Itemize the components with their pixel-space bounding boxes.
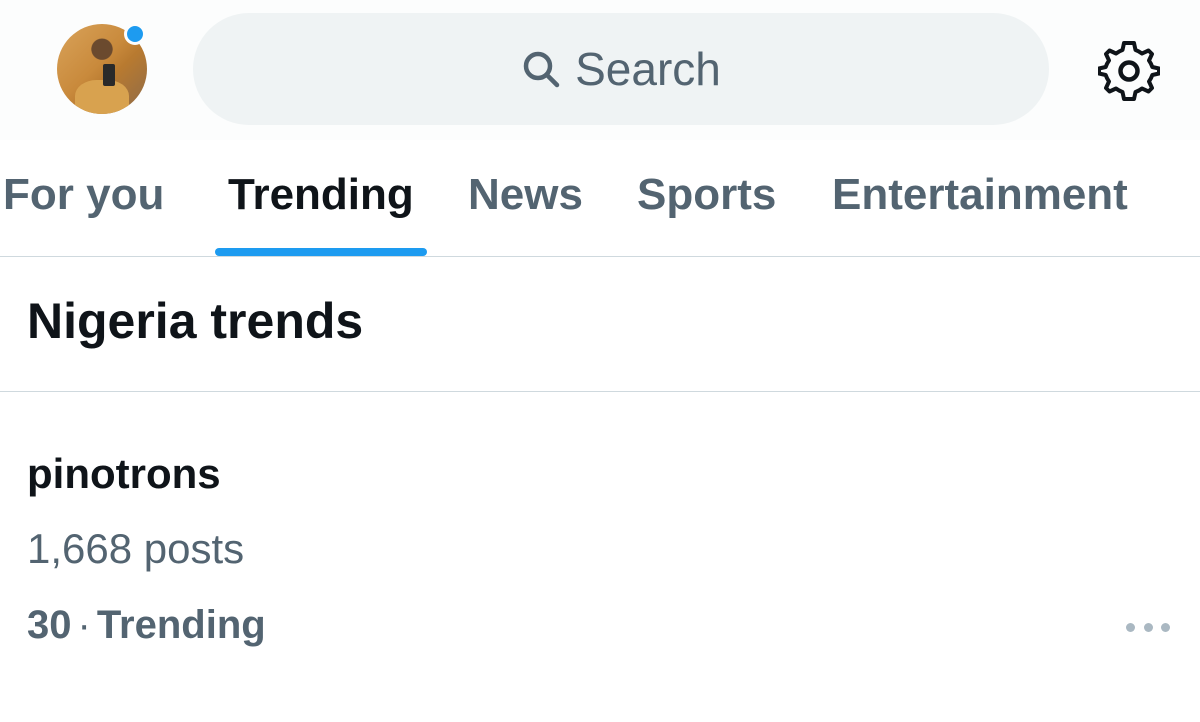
tab-for-you[interactable]: For you — [3, 170, 164, 220]
trend-post-count: 1,668 posts — [27, 525, 245, 572]
avatar-figure — [75, 80, 129, 114]
trend-rank: 30 — [27, 603, 72, 647]
more-options-icon[interactable] — [1126, 620, 1170, 634]
gear-icon[interactable] — [1098, 39, 1160, 101]
section-title: Nigeria trends — [27, 293, 364, 349]
notification-dot — [124, 23, 146, 45]
active-tab-indicator — [215, 248, 427, 256]
search-placeholder: Search — [575, 43, 721, 95]
divider — [0, 256, 1200, 257]
trend-meta: 30 · Trending — [27, 603, 266, 648]
tab-news[interactable]: News — [468, 170, 583, 220]
trend-category: Trending — [96, 603, 266, 647]
search-icon — [523, 51, 560, 88]
dot — [1126, 622, 1135, 632]
divider — [0, 391, 1200, 392]
tab-entertainment[interactable]: Entertainment — [832, 170, 1128, 220]
tab-bar: For you Trending News Sports Entertainme… — [0, 150, 1200, 256]
trend-name: pinotrons — [27, 450, 221, 497]
dot — [1143, 622, 1153, 632]
trend-separator: · — [77, 603, 91, 647]
search-bar[interactable]: Search — [193, 13, 1049, 125]
dot — [1161, 622, 1170, 632]
top-bar: Search — [0, 0, 1200, 140]
tab-trending[interactable]: Trending — [228, 170, 414, 220]
tab-sports[interactable]: Sports — [637, 170, 776, 220]
avatar-phone — [103, 64, 115, 86]
